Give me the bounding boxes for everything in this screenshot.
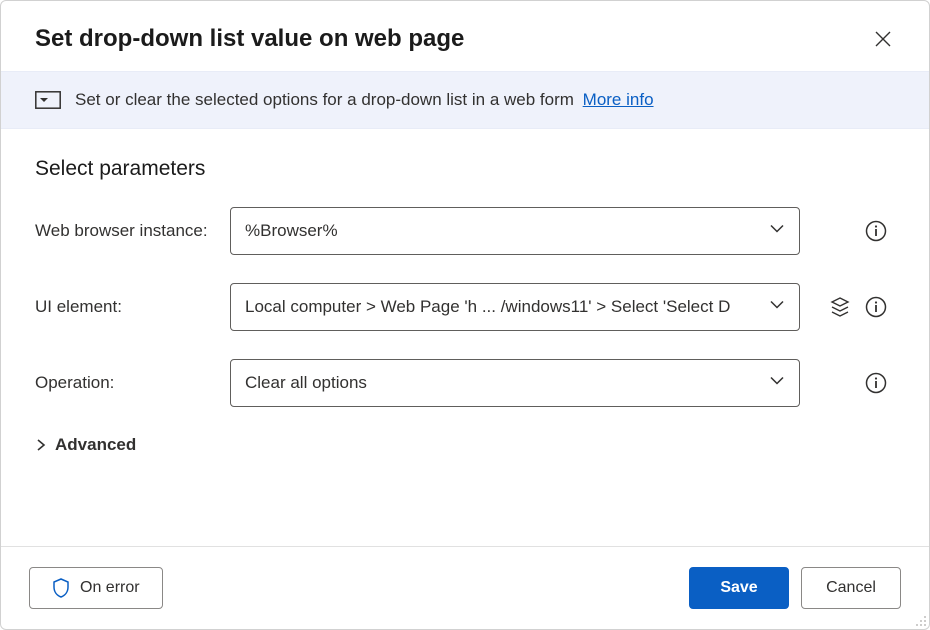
dialog-header: Set drop-down list value on web page [1,1,929,71]
section-title: Select parameters [35,157,895,181]
close-icon [875,31,891,47]
info-icon[interactable] [864,295,888,319]
chevron-down-icon [769,221,785,242]
dialog-content: Select parameters Web browser instance: … [1,129,929,546]
on-error-label: On error [80,579,140,597]
spacer [828,219,852,243]
cancel-button[interactable]: Cancel [801,567,901,609]
info-icon[interactable] [864,219,888,243]
info-banner: Set or clear the selected options for a … [1,71,929,129]
more-info-link[interactable]: More info [583,90,654,109]
chevron-down-icon [769,297,785,318]
advanced-label: Advanced [55,435,136,455]
banner-description: Set or clear the selected options for a … [75,90,574,109]
param-row-ui-element: UI element: Local computer > Web Page 'h… [35,283,895,331]
dialog-title: Set drop-down list value on web page [35,25,464,53]
ui-element-value: Local computer > Web Page 'h ... /window… [245,297,730,317]
ui-element-control: Local computer > Web Page 'h ... /window… [230,283,800,331]
web-browser-actions [828,219,888,243]
operation-control: Clear all options [230,359,800,407]
operation-actions [828,371,888,395]
cancel-label: Cancel [826,579,876,597]
footer-right: Save Cancel [689,567,901,609]
spacer [828,371,852,395]
chevron-down-icon [769,373,785,394]
chevron-right-icon [35,439,47,451]
operation-value: Clear all options [245,373,367,393]
dialog-footer: On error Save Cancel [1,546,929,629]
save-button[interactable]: Save [689,567,789,609]
ui-element-actions [828,295,888,319]
advanced-toggle[interactable]: Advanced [35,435,895,455]
close-button[interactable] [871,27,895,51]
operation-dropdown[interactable]: Clear all options [230,359,800,407]
info-icon[interactable] [864,371,888,395]
ui-element-picker-icon[interactable] [828,295,852,319]
dropdown-glyph-icon [35,91,61,109]
save-label: Save [720,579,757,597]
param-row-operation: Operation: Clear all options [35,359,895,407]
footer-left: On error [29,567,163,609]
ui-element-label: UI element: [35,297,230,317]
shield-icon [52,578,70,598]
ui-element-dropdown[interactable]: Local computer > Web Page 'h ... /window… [230,283,800,331]
banner-text: Set or clear the selected options for a … [75,90,654,110]
operation-label: Operation: [35,373,230,393]
web-browser-value: %Browser% [245,221,338,241]
web-browser-label: Web browser instance: [35,221,230,241]
on-error-button[interactable]: On error [29,567,163,609]
web-browser-control: %Browser% [230,207,800,255]
web-browser-dropdown[interactable]: %Browser% [230,207,800,255]
param-row-web-browser: Web browser instance: %Browser% [35,207,895,255]
